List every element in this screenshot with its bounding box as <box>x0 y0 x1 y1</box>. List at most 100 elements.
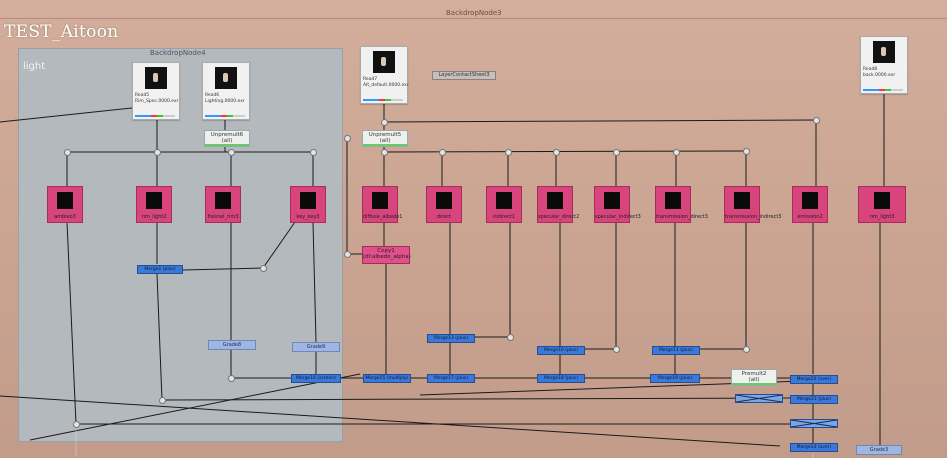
shuffle-thumbnail <box>547 192 563 209</box>
merge-node[interactable]: Merge15 (multiply) <box>363 374 411 383</box>
channel-strip <box>135 115 175 117</box>
read-node-file: Alt_default.0000.exr <box>363 83 409 88</box>
shuffle-label: key_key3 <box>296 214 320 220</box>
disabled-merge-node[interactable] <box>735 394 783 403</box>
unpremult-node[interactable]: Unpremult6 (all) <box>204 130 250 147</box>
shuffle-label: transmission_direct3 <box>656 214 708 220</box>
disabled-merge-node[interactable] <box>790 419 838 428</box>
premult-node[interactable]: Premult2 (all) <box>731 369 777 386</box>
dot-node[interactable] <box>381 149 388 156</box>
grade-node[interactable]: Grade9 <box>292 342 340 352</box>
shuffle-label: rim_light3 <box>869 214 895 220</box>
shuffle-node[interactable]: specular_direct2 <box>537 186 580 223</box>
dot-node[interactable] <box>344 135 351 142</box>
dot-node[interactable] <box>159 397 166 404</box>
unpremult-node[interactable]: Unpremult5 (all) <box>362 130 408 147</box>
dot-node[interactable] <box>154 149 161 156</box>
dot-node[interactable] <box>613 346 620 353</box>
shuffle-node[interactable]: rim_light2 <box>136 186 172 223</box>
read-thumbnail <box>215 67 237 89</box>
shuffle-label: direct <box>436 214 452 220</box>
shuffle-label: diffuse_albedo1 <box>363 214 403 220</box>
shuffle-node[interactable]: emission2 <box>792 186 828 223</box>
read-thumbnail <box>373 51 395 73</box>
read-node[interactable]: Read5 Rim_Spec.0000.exr <box>132 62 180 120</box>
read-node-file: back.0000.exr <box>863 73 896 78</box>
dot-node[interactable] <box>743 148 750 155</box>
shuffle-label: transmission_indirect3 <box>725 214 782 220</box>
dot-node[interactable] <box>228 375 235 382</box>
grade-node[interactable]: Grade8 <box>208 340 256 350</box>
disabled-cross-icon <box>791 420 837 427</box>
shuffle-label: rim_light2 <box>141 214 167 220</box>
shuffle-thumbnail <box>874 192 890 209</box>
shuffle-thumbnail <box>734 192 750 209</box>
read-node-name: Read7 <box>363 77 378 82</box>
dot-node[interactable] <box>228 149 235 156</box>
dot-node[interactable] <box>507 334 514 341</box>
shuffle-label: specular_direct2 <box>538 214 580 220</box>
merge-node[interactable]: Merge18 (plus) <box>537 374 585 383</box>
dot-node[interactable] <box>344 251 351 258</box>
dot-node[interactable] <box>64 149 71 156</box>
shuffle-label: specular_indirect3 <box>595 214 641 220</box>
dot-node[interactable] <box>553 149 560 156</box>
shuffle-node[interactable]: specular_indirect3 <box>594 186 641 223</box>
read-node-name: Read6 <box>205 93 220 98</box>
merge-node[interactable]: Merge16 (screen) <box>291 374 341 383</box>
shuffle-node[interactable]: rim_light3 <box>858 186 906 223</box>
merge-node[interactable]: Merge11 (plus) <box>652 346 700 355</box>
dot-node[interactable] <box>310 149 317 156</box>
grade-node[interactable]: Grade3 <box>856 445 902 455</box>
read-node[interactable]: Read6 Lighting.0000.exr <box>202 62 250 120</box>
layer-contact-sheet-node[interactable]: LayerContactSheet3 <box>432 71 496 80</box>
read-node[interactable]: Read8 back.0000.exr <box>860 36 908 94</box>
shuffle-thumbnail <box>146 192 162 209</box>
shuffle-thumbnail <box>604 192 620 209</box>
channel-strip <box>863 89 903 91</box>
shuffle-node[interactable]: indirect1 <box>486 186 522 223</box>
shuffle-thumbnail <box>300 192 316 209</box>
shuffle-node[interactable]: transmission_direct3 <box>655 186 708 223</box>
shuffle-thumbnail <box>802 192 818 209</box>
dot-node[interactable] <box>673 149 680 156</box>
merge-node[interactable]: Merge14 (over) <box>790 443 838 452</box>
merge-node[interactable]: Merge19 (plus) <box>650 374 700 383</box>
watermark-text: TEST_Aitoon <box>4 22 119 42</box>
node-status-strip <box>205 144 249 146</box>
read-thumbnail <box>873 41 895 63</box>
shuffle-node[interactable]: key_key3 <box>290 186 326 223</box>
read-node-name: Read5 <box>135 93 150 98</box>
read-node[interactable]: Read7 Alt_default.0000.exr <box>360 46 409 104</box>
node-status-strip <box>732 383 776 385</box>
dot-node[interactable] <box>613 149 620 156</box>
dot-node[interactable] <box>743 346 750 353</box>
shuffle-thumbnail <box>57 192 73 209</box>
shuffle-node[interactable]: direct <box>426 186 462 223</box>
shuffle-node[interactable]: fresnel_rim3 <box>205 186 241 223</box>
shuffle-thumbnail <box>436 192 452 209</box>
shuffle-node[interactable]: transmission_indirect3 <box>724 186 782 223</box>
copy-node[interactable]: Copy1 (dl:albedo_alpha) <box>362 246 411 264</box>
shuffle-thumbnail <box>372 192 388 209</box>
read-thumbnail <box>145 67 167 89</box>
merge-node[interactable]: Merge1 (plus) <box>137 265 183 274</box>
shuffle-node[interactable]: diffuse_albedo1 <box>362 186 403 223</box>
merge-node[interactable]: Merge21 (plus) <box>790 395 838 404</box>
shuffle-label: fresnel_rim3 <box>207 214 239 220</box>
dot-node[interactable] <box>439 149 446 156</box>
merge-node[interactable]: Merge17 (plus) <box>427 374 475 383</box>
dot-node[interactable] <box>381 119 388 126</box>
node-graph-canvas[interactable]: BackdropNode3 light BackdropNode4 TEST_A… <box>0 0 947 458</box>
disabled-cross-icon <box>736 395 782 402</box>
dot-node[interactable] <box>813 117 820 124</box>
shuffle-node[interactable]: ambieo3 <box>47 186 83 223</box>
dot-node[interactable] <box>505 149 512 156</box>
shuffle-thumbnail <box>215 192 231 209</box>
dot-node[interactable] <box>73 421 80 428</box>
merge-node[interactable]: Merge20 (over) <box>790 375 838 384</box>
copy-sub: (dl:albedo_alpha) <box>363 254 411 260</box>
dot-node[interactable] <box>260 265 267 272</box>
merge-node[interactable]: Merge13 (plus) <box>427 334 475 343</box>
merge-node[interactable]: Merge10 (plus) <box>537 346 585 355</box>
